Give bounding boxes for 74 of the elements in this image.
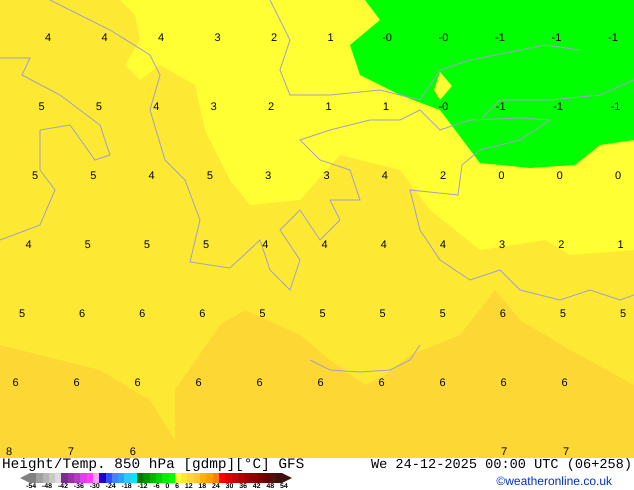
forecast-date: We 24-12-2025 00:00 UTC (06+258) — [370, 458, 632, 474]
temperature-label: 5 — [32, 170, 38, 182]
temperature-label: -1 — [553, 101, 563, 113]
temperature-label: 3 — [214, 32, 221, 44]
temperature-label: 3 — [499, 239, 506, 251]
temperature-label: 6 — [256, 377, 263, 389]
temperature-label: 6 — [500, 308, 506, 320]
temperature-label: 1 — [617, 239, 624, 251]
temperature-label: 5 — [203, 239, 210, 251]
scale-arrow-icon — [282, 473, 292, 483]
temperature-label: -0 — [382, 32, 392, 44]
temperature-label: 5 — [380, 308, 386, 320]
temperature-label: 1 — [382, 101, 389, 113]
temperature-label: 5 — [440, 308, 446, 320]
temperature-label: 7 — [68, 446, 74, 458]
temperature-label: 5 — [38, 101, 45, 113]
temperature-label: 6 — [439, 377, 446, 389]
temperature-label: 5 — [90, 170, 96, 182]
temperature-label: 5 — [319, 308, 326, 320]
credit-link[interactable]: ©weatheronline.co.uk — [496, 474, 612, 488]
temperature-label: 5 — [259, 308, 266, 320]
temperature-label: 4 — [158, 32, 164, 44]
temperature-label: 5 — [620, 308, 626, 320]
temperature-label: 2 — [440, 170, 446, 182]
temperature-label: 4 — [101, 32, 108, 44]
temperature-label: 4 — [25, 239, 32, 251]
temperature-label: 6 — [199, 308, 206, 320]
temperature-label: 2 — [270, 32, 278, 44]
temperature-label: 2 — [268, 101, 274, 113]
temperature-label: 6 — [134, 377, 141, 389]
temperature-label: 4 — [44, 32, 52, 44]
chart-title: Height/Temp. 850 hPa [gdmp][°C] GFS — [2, 458, 304, 472]
temperature-label: 5 — [18, 308, 26, 320]
temperature-label: 4 — [148, 170, 155, 182]
temperature-label: 2 — [558, 239, 564, 251]
temperature-label: 6 — [130, 446, 136, 458]
temperature-label: 4 — [440, 239, 446, 251]
temperature-label: 5 — [84, 239, 91, 251]
temperature-label: 6 — [79, 308, 86, 320]
temperature-label: 3 — [210, 101, 217, 113]
temperature-label: -0 — [438, 32, 448, 44]
temperature-label: 4 — [153, 101, 160, 113]
temperature-label: 0 — [556, 170, 563, 182]
temperature-label: 1 — [325, 101, 332, 113]
temperature-label: 6 — [378, 377, 385, 389]
temperature-label: 4 — [321, 239, 328, 251]
temperature-label: 6 — [561, 377, 568, 389]
temperature-label: 6 — [139, 308, 146, 320]
temperature-label: -1 — [495, 32, 505, 44]
temperature-label: 4 — [382, 170, 388, 182]
temperature-label: 6 — [317, 377, 324, 389]
temperature-label: -1 — [496, 101, 506, 113]
temperature-label: 5 — [144, 239, 150, 251]
temperature-label: 8 — [6, 446, 12, 458]
temperature-label: 3 — [323, 170, 330, 182]
temperature-label: 6 — [73, 377, 80, 389]
temperature-label: -1 — [552, 32, 562, 44]
temperature-label: 5 — [96, 101, 102, 113]
temperature-label: 6 — [500, 377, 507, 389]
temperature-label: 0 — [614, 170, 622, 182]
temperature-label: -1 — [610, 101, 620, 113]
temperature-label: 4 — [380, 239, 387, 251]
temperature-label: 3 — [265, 170, 272, 182]
temperature-label: 5 — [560, 308, 566, 320]
temperature-label: 0 — [498, 170, 504, 182]
temperature-label: 7 — [563, 446, 570, 458]
temperature-label: 5 — [206, 170, 213, 182]
temperature-label: 6 — [195, 377, 202, 389]
temperature-label: 1 — [327, 32, 334, 44]
temperature-label: 4 — [262, 239, 268, 251]
temperature-label: -1 — [608, 32, 618, 44]
temperature-label: 6 — [12, 377, 19, 389]
temperature-label: -0 — [438, 101, 448, 113]
temperature-label: 7 — [501, 446, 508, 458]
